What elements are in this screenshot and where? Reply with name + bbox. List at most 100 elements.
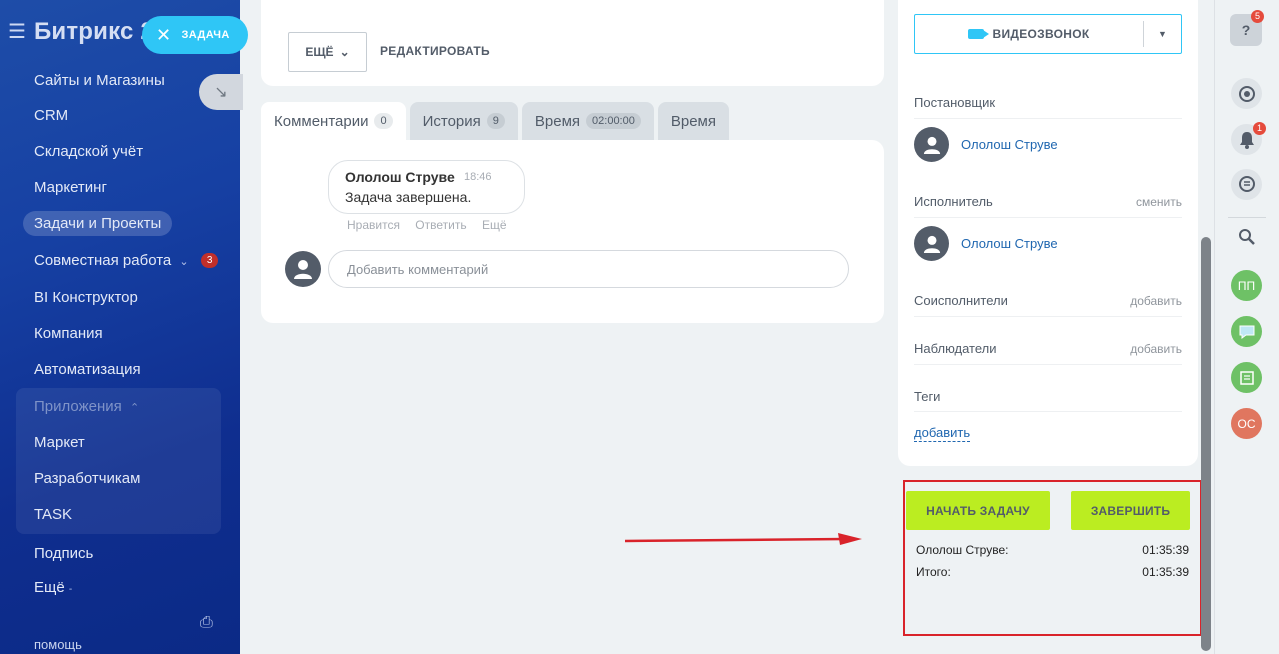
observers-label: Наблюдатели: [914, 341, 997, 356]
feed-button[interactable]: [1231, 362, 1262, 393]
tab-comments[interactable]: Комментарии 0: [261, 102, 406, 140]
video-call-button[interactable]: ВИДЕОЗВОНОК ▼: [914, 14, 1182, 54]
add-tag-link[interactable]: добавить: [914, 425, 971, 442]
chat-bubble-icon: [1239, 325, 1254, 339]
tab-time-2[interactable]: Время: [657, 102, 729, 140]
comment-bubble: Ололош Струве 18:46 Задача завершена.: [328, 160, 525, 214]
creator-person: Ололош Струве: [914, 127, 1058, 162]
notifications-badge: 1: [1253, 122, 1267, 135]
divider: [914, 316, 1182, 317]
menu-item-inventory[interactable]: Складской учёт: [34, 143, 143, 160]
assignee-name[interactable]: Ололош Струве: [961, 236, 1058, 251]
avatar: [914, 127, 949, 162]
menu-item-apps[interactable]: Приложения ⌃: [34, 398, 139, 415]
avatar: [914, 226, 949, 261]
menu-item-task[interactable]: TASK: [34, 506, 72, 523]
menu-item-sites[interactable]: Сайты и Магазины: [34, 72, 165, 89]
help-link[interactable]: помощь: [34, 637, 82, 652]
divider: [914, 411, 1182, 412]
creator-label: Постановщик: [914, 95, 996, 110]
menu-item-apps-label: Приложения: [34, 398, 122, 415]
messages-button[interactable]: [1231, 169, 1262, 200]
video-call-main[interactable]: ВИДЕОЗВОНОК: [915, 27, 1143, 41]
bell-icon: [1239, 131, 1254, 149]
assignee-person: Ололош Струве: [914, 226, 1058, 261]
question-icon: ?: [1241, 22, 1251, 38]
camera-icon: [968, 29, 990, 39]
document-icon: [1239, 370, 1254, 385]
highlight-frame: [903, 480, 1202, 636]
collab-badge: 3: [200, 253, 219, 268]
divider: [914, 364, 1182, 365]
tab-label: История: [422, 112, 481, 130]
menu-item-collab-label: Совместная работа: [34, 252, 172, 269]
menu-item-sign[interactable]: Подпись: [34, 545, 93, 562]
user-avatar-os[interactable]: ОС: [1231, 408, 1262, 439]
divider: [1228, 217, 1266, 218]
tabs: Комментарии 0 История 9 Время 02:00:00 В…: [261, 102, 733, 140]
tab-history[interactable]: История 9: [409, 102, 518, 140]
comment-more-link[interactable]: Ещё: [482, 218, 507, 232]
arrow-annotation: [624, 533, 862, 545]
tab-label: Комментарии: [274, 112, 369, 130]
user-icon: [294, 260, 312, 279]
menu-item-crm[interactable]: CRM: [34, 107, 68, 124]
task-close-pill[interactable]: ✕ ЗАДАЧА: [142, 16, 248, 54]
menu-item-automation[interactable]: Автоматизация: [34, 361, 141, 378]
creator-name[interactable]: Ололош Струве: [961, 137, 1058, 152]
change-assignee-link[interactable]: сменить: [1136, 195, 1182, 209]
message-icon: [1238, 175, 1255, 192]
user-avatar-pp[interactable]: ПП: [1231, 270, 1262, 301]
menu-item-tasks[interactable]: Задачи и Проекты: [23, 211, 173, 236]
menu-icon[interactable]: ☰: [8, 22, 26, 42]
chevron-small-icon: -: [68, 584, 73, 595]
add-observer-link[interactable]: добавить: [1130, 342, 1182, 356]
close-icon: ✕: [156, 24, 172, 45]
chevron-down-icon: ⌄: [339, 45, 350, 59]
divider: [914, 118, 1182, 119]
add-coexecutor-link[interactable]: добавить: [1130, 294, 1182, 308]
tab-label: Время: [534, 112, 581, 130]
tab-count: 9: [486, 113, 505, 129]
comment-input[interactable]: Добавить комментарий: [328, 250, 849, 288]
like-link[interactable]: Нравится: [347, 218, 400, 232]
chat-orbit-button[interactable]: [1231, 78, 1262, 109]
menu-item-market[interactable]: Маркет: [34, 434, 85, 451]
edit-button[interactable]: РЕДАКТИРОВАТЬ: [380, 44, 490, 58]
menu-item-marketing[interactable]: Маркетинг: [34, 179, 107, 196]
tab-time[interactable]: Время 02:00:00: [521, 102, 654, 140]
menu-item-developers[interactable]: Разработчикам: [34, 470, 140, 487]
collapse-sidebar-button[interactable]: ↘: [199, 74, 243, 110]
printer-icon[interactable]: ⎙: [200, 614, 213, 632]
menu-item-collab[interactable]: Совместная работа ⌄ 3: [34, 252, 219, 269]
menu-item-more-label: Ещё: [34, 579, 65, 596]
tags-label: Теги: [914, 389, 941, 404]
comment-author[interactable]: Ололош Струве: [345, 169, 455, 185]
menu-item-more[interactable]: Ещё -: [34, 579, 72, 596]
chevron-up-icon: ⌃: [129, 402, 140, 414]
search-button[interactable]: [1231, 221, 1262, 252]
help-badge: 5: [1251, 10, 1265, 23]
more-button-label: ЕЩЁ: [305, 45, 334, 59]
more-button[interactable]: ЕЩЁ ⌄: [288, 32, 367, 72]
tab-count: 02:00:00: [586, 113, 641, 129]
task-pill-label: ЗАДАЧА: [181, 29, 230, 41]
user-icon: [923, 235, 940, 253]
comment-actions: Нравится Ответить Ещё: [347, 218, 519, 232]
avatar: [285, 251, 321, 287]
scrollbar-thumb[interactable]: [1201, 237, 1211, 651]
menu-item-bi[interactable]: BI Конструктор: [34, 289, 138, 306]
chat-button[interactable]: [1231, 316, 1262, 347]
caret-down-icon[interactable]: ▼: [1144, 29, 1181, 39]
menu-item-company[interactable]: Компания: [34, 325, 103, 342]
tab-label: Время: [670, 112, 716, 130]
user-icon: [923, 136, 940, 154]
tab-count: 0: [374, 113, 393, 129]
comment-time: 18:46: [464, 171, 492, 183]
divider: [914, 217, 1182, 218]
assignee-label: Исполнитель: [914, 194, 993, 209]
reply-link[interactable]: Ответить: [415, 218, 466, 232]
logo[interactable]: Битрикс 2: [34, 18, 154, 46]
video-call-label: ВИДЕОЗВОНОК: [992, 27, 1090, 41]
search-icon: [1238, 228, 1255, 245]
